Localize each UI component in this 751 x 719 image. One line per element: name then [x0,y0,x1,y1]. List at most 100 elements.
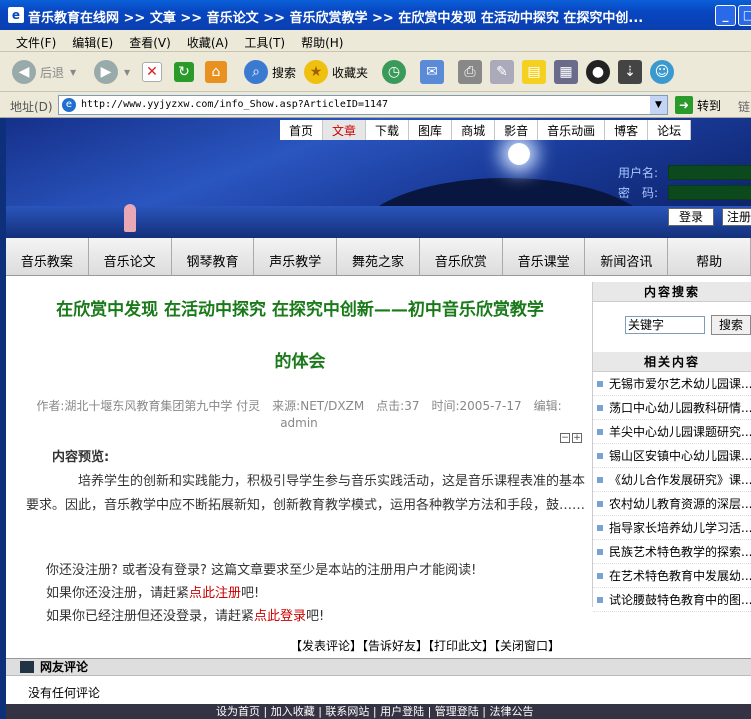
address-input[interactable]: e http://www.yyjyzxw.com/info_Show.asp?A… [58,95,668,115]
mail-button[interactable]: ✉ [420,58,444,86]
research-icon: ▦ [554,60,578,84]
collapse-icon[interactable]: − [560,433,570,443]
cat-appreciation[interactable]: 音乐欣赏 [420,238,503,275]
research-button[interactable]: ▦ [554,58,578,86]
address-dropdown-icon[interactable]: ▼ [650,96,667,114]
search-button[interactable]: ⌕ 搜索 [244,58,296,86]
home-icon: ⌂ [205,61,227,83]
refresh-button[interactable]: ↻ [174,58,194,86]
related-item[interactable]: 试论腰鼓特色教育中的图... [593,588,751,612]
topnav-shop[interactable]: 商城 [452,120,496,140]
sidebar-search-button[interactable]: 搜索 [711,315,751,335]
site-banner: 首页 文章 下载 图库 商城 影音 音乐动画 博客 论坛 用户名: 密 码: 登… [6,118,751,238]
close-window-link[interactable]: 【关闭窗口】 [494,639,560,653]
home-button[interactable]: ⌂ [205,58,227,86]
cat-dance[interactable]: 舞苑之家 [337,238,420,275]
topnav-gallery[interactable]: 图库 [409,120,453,140]
cat-vocal[interactable]: 声乐教学 [254,238,338,275]
topnav-home[interactable]: 首页 [280,120,324,140]
qq-penguin-icon: ● [586,60,610,84]
messenger-icon: ☺ [650,60,674,84]
menu-tools[interactable]: 工具(T) [244,30,285,51]
preview-text: 培养学生的创新和实践能力，积极引导学生参与音乐实践活动，这是音乐课程表准的基本要… [26,474,586,513]
related-item[interactable]: 锡山区安镇中心幼儿园课... [593,444,751,468]
menu-favorites[interactable]: 收藏(A) [187,30,229,51]
page-icon: e [62,98,76,112]
ie-icon: e [8,7,24,23]
menu-file[interactable]: 文件(F) [16,30,56,51]
menu-bar: 文件(F) 编辑(E) 查看(V) 收藏(A) 工具(T) 帮助(H) [0,30,751,52]
edit-button[interactable]: ✎ [490,58,514,86]
topnav-blog[interactable]: 博客 [605,120,649,140]
cat-classroom[interactable]: 音乐课堂 [503,238,586,275]
history-button[interactable]: ◷ [382,58,406,86]
footer-links[interactable]: 设为首页 | 加入收藏 | 联系网站 | 用户登陆 | 管理登陆 | 法律公告 [6,704,751,719]
address-url[interactable]: http://www.yyjyzxw.com/info_Show.asp?Art… [81,99,388,110]
top-nav: 首页 文章 下载 图库 商城 影音 音乐动画 博客 论坛 [280,120,692,140]
article-title-line1: 在欣赏中发现 在活动中探究 在探究中创新——初中音乐欣赏教学 [56,300,544,320]
back-button[interactable]: ◀ 后退 ▼ [12,58,76,86]
links-label[interactable]: 链 [738,98,750,115]
stop-icon: ✕ [142,62,162,82]
banner-sea [6,206,751,238]
qq-button[interactable]: ● [586,58,610,86]
comments-icon [20,661,34,673]
login-button[interactable]: 登录 [668,208,714,226]
related-item[interactable]: 羊尖中心幼儿园课题研究... [593,420,751,444]
register-link[interactable]: 点此注册 [189,586,241,601]
no-comments-text: 没有任何评论 [28,686,101,700]
favorites-label: 收藏夹 [332,65,369,80]
related-item[interactable]: 在艺术特色教育中发展幼... [593,564,751,588]
topnav-downloads[interactable]: 下载 [366,120,410,140]
go-button[interactable]: ➜ 转到 [675,96,721,114]
related-item[interactable]: 民族艺术特色教学的探索... [593,540,751,564]
favorites-button[interactable]: ★ 收藏夹 [304,58,368,86]
topnav-forum[interactable]: 论坛 [648,120,692,140]
related-item[interactable]: 无锡市爱尔艺术幼儿园课... [593,372,751,396]
tell-friend-link[interactable]: 【告诉好友】 [362,639,428,653]
preview-label: 内容预览: [52,450,110,465]
related-item[interactable]: 指导家长培养幼儿学习活... [593,516,751,540]
login-link[interactable]: 点此登录 [254,609,306,624]
mail-icon: ✉ [420,60,444,84]
back-dropdown-icon[interactable]: ▼ [70,68,76,77]
notice-login-prefix: 如果你已经注册但还没登录，请赶紧 [46,609,255,624]
cat-lesson-plans[interactable]: 音乐教案 [6,238,89,275]
comments-title: 网友评论 [40,660,89,674]
password-input[interactable] [668,184,751,200]
username-input[interactable] [668,164,751,180]
download-button[interactable]: ⇣ [618,58,642,86]
cat-help[interactable]: 帮助 [668,238,751,275]
related-item[interactable]: 荡口中心幼儿园教科研情... [593,396,751,420]
forward-dropdown-icon[interactable]: ▼ [124,68,130,77]
title-bar: e 音乐教育在线网 >> 文章 >> 音乐论文 >> 音乐欣赏教学 >> 在欣赏… [0,0,751,30]
forward-arrow-icon: ▶ [94,60,118,84]
topnav-articles[interactable]: 文章 [323,120,367,140]
print-button[interactable]: ⎙ [458,58,482,86]
post-comment-link[interactable]: 【发表评论】 [290,639,362,653]
menu-edit[interactable]: 编辑(E) [72,30,113,51]
messenger-button[interactable]: ☺ [650,58,674,86]
cat-piano[interactable]: 钢琴教育 [172,238,255,275]
stop-button[interactable]: ✕ [142,58,162,86]
cat-papers[interactable]: 音乐论文 [89,238,172,275]
print-article-link[interactable]: 【打印此文】 [428,639,494,653]
discuss-button[interactable]: ▤ [522,58,546,86]
note-icon: ▤ [522,60,546,84]
menu-view[interactable]: 查看(V) [129,30,171,51]
expand-icon[interactable]: + [572,433,582,443]
notice-register-suffix: 吧! [241,586,260,601]
maximize-button[interactable]: □ [738,5,751,26]
article-area: 在欣赏中发现 在活动中探究 在探究中创新——初中音乐欣赏教学 的体会 作者:湖北… [6,282,591,682]
minimize-button[interactable]: _ [715,5,736,26]
banner-figure [124,204,136,232]
cat-news[interactable]: 新闻咨讯 [585,238,669,275]
register-button[interactable]: 注册 [722,208,751,226]
menu-help[interactable]: 帮助(H) [301,30,343,51]
keyword-input[interactable]: 关键字 [625,316,705,334]
topnav-media[interactable]: 影音 [495,120,539,140]
forward-button[interactable]: ▶ ▼ [94,58,130,86]
related-item[interactable]: 农村幼儿教育资源的深层... [593,492,751,516]
topnav-animation[interactable]: 音乐动画 [538,120,606,140]
related-item[interactable]: 《幼儿合作发展研究》课... [593,468,751,492]
